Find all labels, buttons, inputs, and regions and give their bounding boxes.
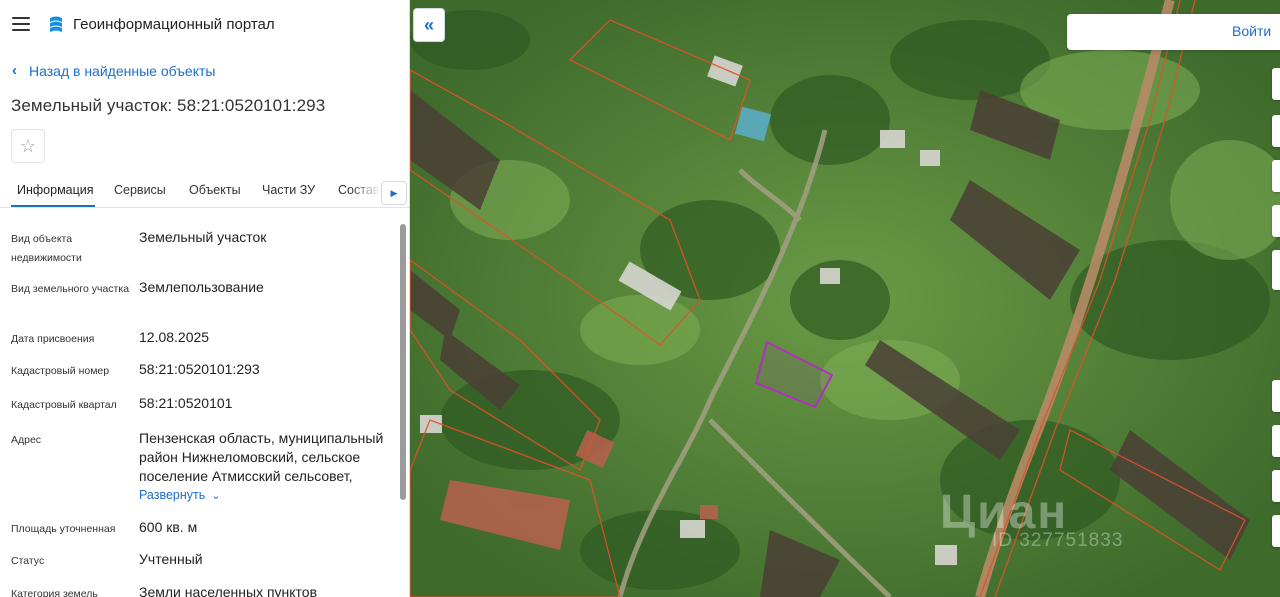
double-chevron-left-icon: « <box>423 14 434 35</box>
collapse-panel-button[interactable]: « <box>413 8 445 42</box>
page-title: Земельный участок: 58:21:0520101:293 <box>11 96 326 115</box>
attr-label: Вид земельного участка <box>11 283 130 295</box>
attr-value: Земли населенных пунктов <box>139 584 318 597</box>
map-control-5[interactable] <box>1272 250 1280 290</box>
active-tab-indicator <box>11 205 95 207</box>
tab-services[interactable]: Сервисы <box>114 183 166 197</box>
tab-objects[interactable]: Объекты <box>189 183 241 197</box>
tab-info[interactable]: Информация <box>17 183 94 197</box>
top-bar: Геоинформационный портал <box>0 0 409 50</box>
attr-label: Адрес <box>11 434 42 446</box>
attr-value: 600 кв. м <box>139 519 198 535</box>
map-control-7[interactable] <box>1272 425 1280 457</box>
attr-label: Дата присвоения <box>11 333 95 345</box>
tab-bar: Информация Сервисы Объекты Части ЗУ Сост… <box>0 175 409 208</box>
attr-value: Учтенный <box>139 551 203 567</box>
map-control-2[interactable] <box>1272 115 1280 147</box>
map-canvas <box>410 0 1280 597</box>
map-control-1[interactable] <box>1272 68 1280 100</box>
attr-value: 12.08.2025 <box>139 329 210 345</box>
attr-value: Землепользование <box>139 279 264 295</box>
star-icon: ☆ <box>19 135 37 156</box>
scrollbar-thumb[interactable] <box>400 224 406 500</box>
map-control-8[interactable] <box>1272 470 1280 502</box>
attr-value: 58:21:0520101:293 <box>139 361 260 377</box>
map-watermark-id: ID 327751833 <box>992 530 1124 551</box>
map-control-3[interactable] <box>1272 160 1280 192</box>
portal-logo-icon <box>50 16 62 32</box>
panel-scrollbar[interactable] <box>399 222 407 597</box>
attr-label: Статус <box>11 555 45 567</box>
tab-fade <box>350 176 381 206</box>
chevron-down-icon: ⌄ <box>211 489 221 502</box>
favorite-button[interactable]: ☆ <box>11 129 45 163</box>
map-control-4[interactable] <box>1272 205 1280 237</box>
login-button[interactable]: Войти <box>1232 23 1271 39</box>
back-link[interactable]: ‹ Назад в найденные объекты <box>12 62 215 79</box>
map-control-6[interactable] <box>1272 380 1280 412</box>
app-title: Геоинформационный портал <box>73 16 275 33</box>
attr-value: 58:21:0520101 <box>139 395 233 411</box>
expand-label: Развернуть <box>139 488 206 502</box>
attr-label: Кадастровый номер <box>11 365 110 377</box>
menu-icon[interactable] <box>12 17 30 31</box>
map-control-9[interactable] <box>1272 515 1280 547</box>
tab-parts[interactable]: Части ЗУ <box>262 183 315 197</box>
attr-label: Категория земель <box>11 588 98 597</box>
tabs-scroll-right-button[interactable]: ▶ <box>381 181 407 205</box>
attr-value: Пензенская область, муниципальный район … <box>139 430 384 484</box>
back-link-label: Назад в найденные объекты <box>29 62 216 79</box>
caret-right-icon: ▶ <box>390 187 398 198</box>
attr-label: Площадь уточненная <box>11 523 116 535</box>
satellite-map[interactable]: Циан ID 327751833 <box>410 0 1280 597</box>
attr-label: Вид объекта недвижимости <box>11 233 82 264</box>
address-expand-link[interactable]: Развернуть ⌄ <box>139 488 220 502</box>
chevron-left-icon: ‹ <box>12 62 17 79</box>
info-panel: Геоинформационный портал ‹ Назад в найде… <box>0 0 410 597</box>
attr-label: Кадастровый квартал <box>11 399 117 411</box>
attr-value: Земельный участок <box>139 229 267 245</box>
